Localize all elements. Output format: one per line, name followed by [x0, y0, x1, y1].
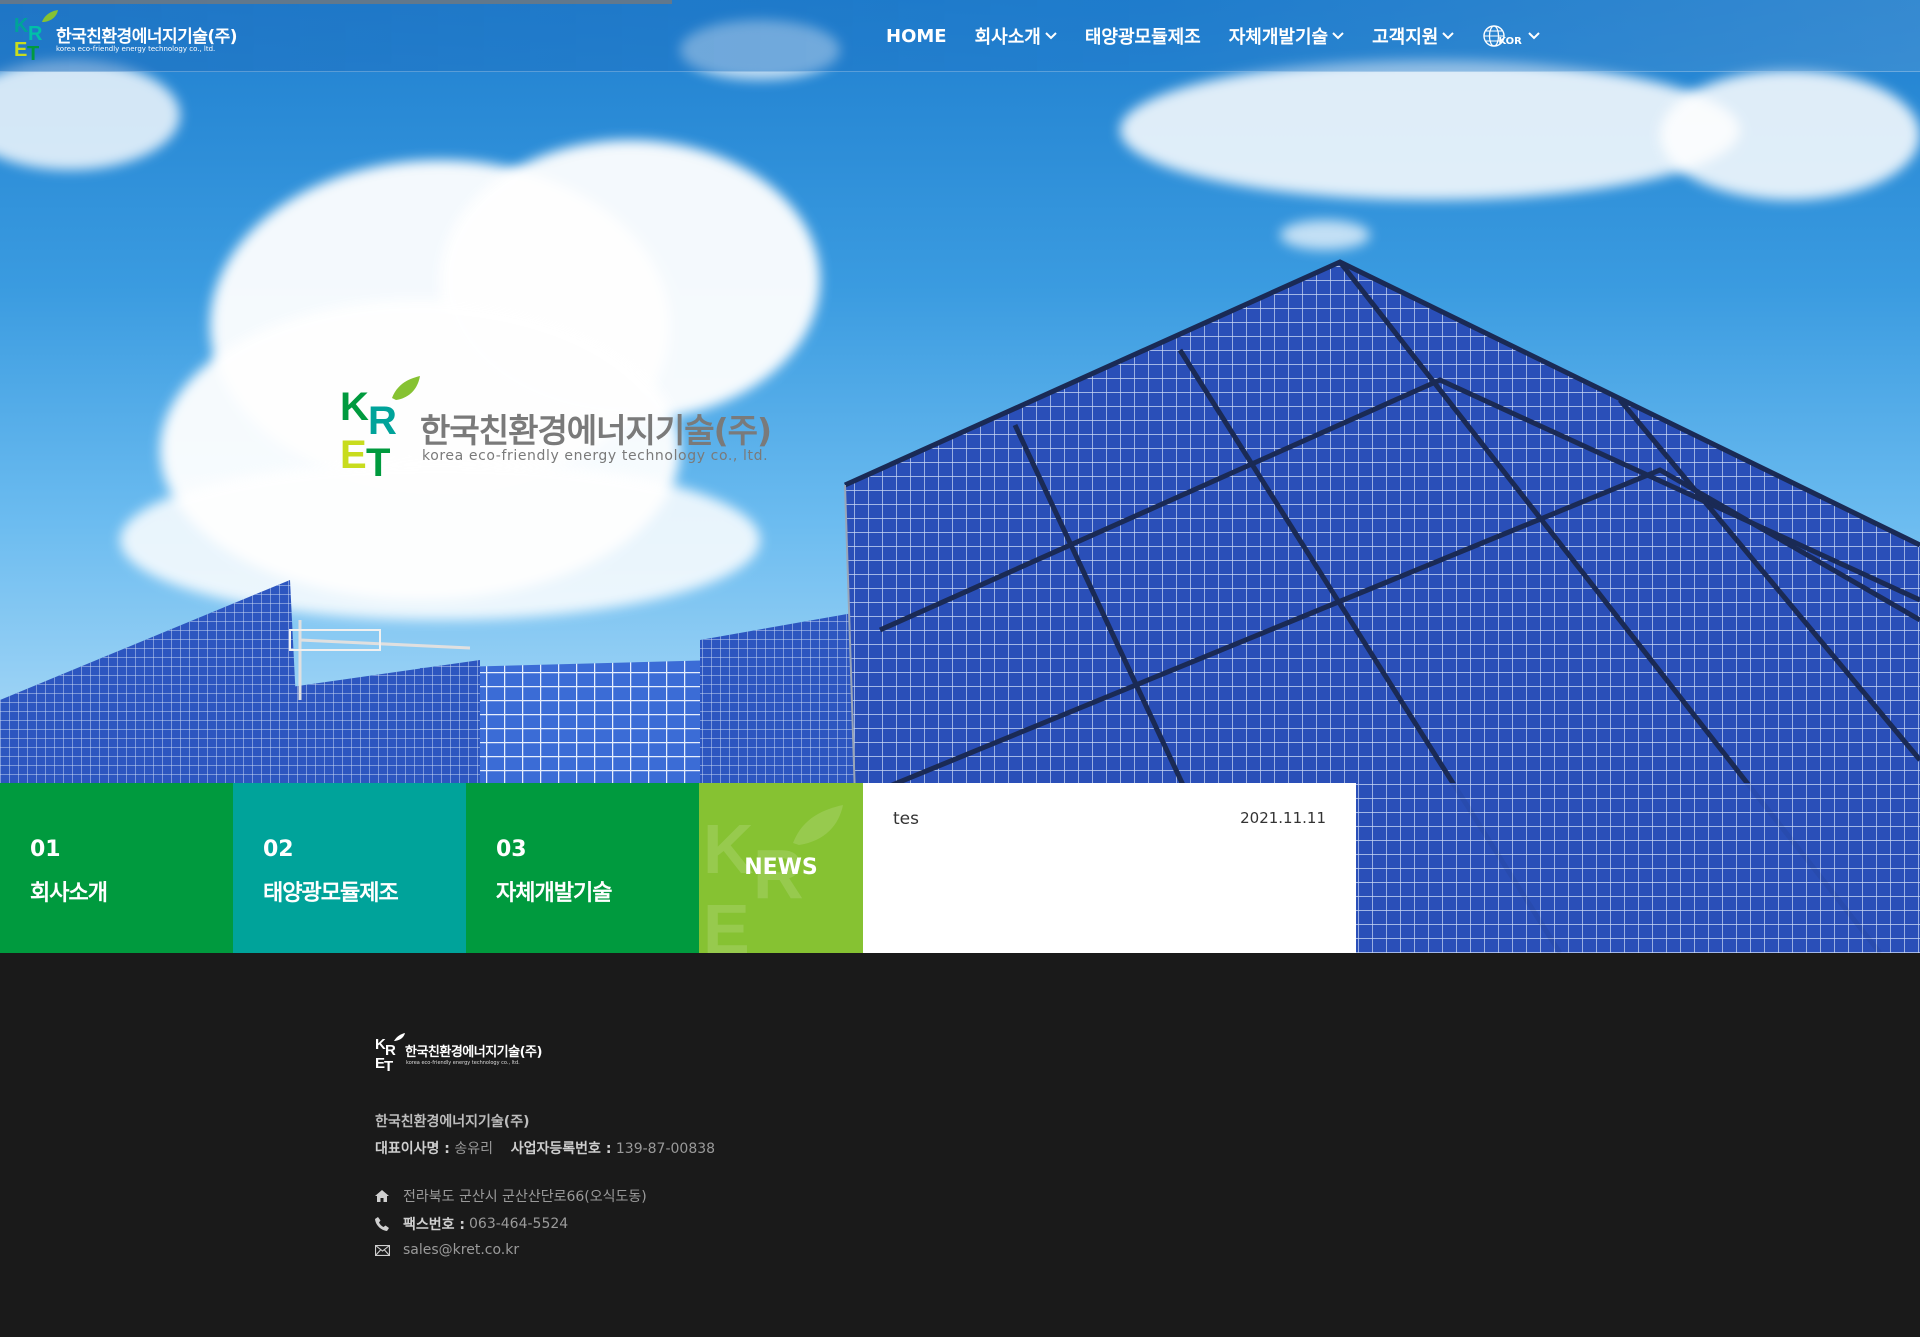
svg-text:T: T [384, 1058, 393, 1073]
language-label: KOR [1498, 35, 1522, 47]
tile-news[interactable]: K R E NEWS [699, 783, 863, 953]
svg-text:R: R [368, 399, 397, 443]
nav-home[interactable]: HOME [886, 26, 947, 47]
svg-text:K: K [340, 385, 369, 429]
ceo-value: 송유리 [454, 1141, 493, 1157]
svg-text:T: T [27, 43, 39, 62]
kret-logo-icon: K R E T [375, 1033, 405, 1073]
svg-text:E: E [340, 433, 367, 477]
hero-logo: K R E T 한국친환경에너지기술(주) korea eco-friendly… [340, 376, 780, 480]
nav-technology[interactable]: 자체개발기술 [1229, 23, 1344, 49]
home-icon [375, 1190, 389, 1202]
header-logo[interactable]: K R E T 한국친환경에너지기술(주) korea eco-friendly… [14, 10, 254, 62]
nav-home-label: HOME [886, 25, 947, 47]
footer-business-info: 대표이사명 : 송유리 사업자등록번호 : 139-87-00838 [375, 1138, 715, 1158]
quick-links: 01 회사소개 02 태양광모듈제조 03 자체개발기술 K R E NEWS … [0, 783, 1356, 953]
fax-label: 팩스번호 : [403, 1217, 465, 1233]
main-nav: HOME 회사소개 태양광모듈제조 자체개발기술 고객지원 KOR [886, 20, 1540, 52]
footer-company: 한국친환경에너지기술(주) [375, 1114, 530, 1130]
tile-technology[interactable]: 03 자체개발기술 [466, 783, 699, 953]
tile-label: NEWS [744, 855, 818, 880]
tile-company[interactable]: 01 회사소개 [0, 783, 233, 953]
site-footer: K R E T 한국친환경에너지기술(주) korea eco-friendly… [0, 953, 1920, 1337]
tile-number: 01 [30, 837, 61, 862]
nav-company[interactable]: 회사소개 [975, 23, 1057, 49]
news-list: tes 2021.11.11 [863, 783, 1356, 953]
fax-value: 063-464-5524 [469, 1216, 569, 1232]
site-header: K R E T 한국친환경에너지기술(주) korea eco-friendly… [0, 0, 1920, 72]
kret-logo-icon: K R E T [340, 376, 420, 480]
footer-email: sales@kret.co.kr [375, 1242, 519, 1258]
nav-solar-module-label: 태양광모듈제조 [1084, 27, 1201, 48]
chevron-down-icon [1045, 32, 1057, 40]
chevron-down-icon [1528, 32, 1540, 40]
svg-text:E: E [14, 39, 27, 61]
nav-support-label: 고객지원 [1372, 27, 1439, 48]
svg-text:R: R [28, 23, 43, 45]
language-selector[interactable]: KOR [1482, 24, 1540, 48]
chevron-down-icon [1442, 32, 1455, 40]
nav-technology-label: 자체개발기술 [1228, 27, 1329, 48]
svg-text:E: E [703, 890, 750, 953]
nav-company-label: 회사소개 [974, 27, 1041, 48]
reg-value: 139-87-00838 [615, 1141, 716, 1157]
footer-fax: 팩스번호 : 063-464-5524 [375, 1214, 568, 1234]
tile-number: 02 [263, 837, 294, 862]
svg-text:R: R [385, 1042, 396, 1059]
news-item-date: 2021.11.11 [1240, 809, 1326, 827]
ceo-label: 대표이사명 : [375, 1141, 450, 1157]
address-value: 전라북도 군산시 군산산단로66(오식도동) [403, 1189, 647, 1205]
tile-solar-module[interactable]: 02 태양광모듈제조 [233, 783, 466, 953]
footer-address: 전라북도 군산시 군산산단로66(오식도동) [375, 1186, 647, 1206]
news-item-title[interactable]: tes [893, 809, 919, 829]
kret-logo-icon: K R E T [14, 10, 58, 62]
reg-label: 사업자등록번호 : [510, 1141, 612, 1157]
email-value[interactable]: sales@kret.co.kr [403, 1242, 519, 1258]
hero-company-name-en: korea eco-friendly energy technology co.… [422, 448, 769, 464]
tile-label: 자체개발기술 [496, 881, 612, 906]
phone-icon [375, 1217, 389, 1231]
chevron-down-icon [1332, 32, 1344, 40]
slide-progress-bar [0, 0, 672, 4]
footer-company-name-en: korea eco-friendly energy technology co.… [406, 1060, 520, 1066]
nav-support[interactable]: 고객지원 [1372, 23, 1455, 49]
svg-text:T: T [366, 441, 390, 480]
svg-text:K: K [14, 15, 29, 37]
header-company-name-en: korea eco-friendly energy technology co.… [56, 45, 216, 53]
mail-icon [375, 1244, 390, 1256]
tile-label: 태양광모듈제조 [263, 881, 399, 906]
header-company-name: 한국친환경에너지기술(주) [56, 27, 238, 47]
hero-company-name: 한국친환경에너지기술(주) [420, 411, 772, 450]
tile-label: 회사소개 [30, 881, 108, 906]
tile-number: 03 [496, 837, 527, 862]
nav-solar-module[interactable]: 태양광모듈제조 [1085, 23, 1201, 49]
footer-company-name: 한국친환경에너지기술(주) [405, 1045, 542, 1060]
footer-logo: K R E T 한국친환경에너지기술(주) korea eco-friendly… [375, 1033, 575, 1073]
